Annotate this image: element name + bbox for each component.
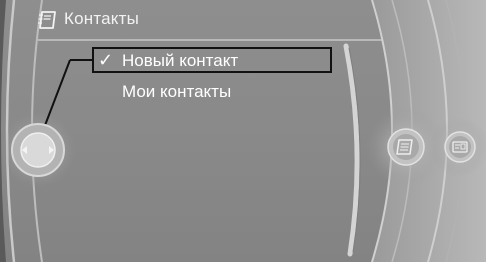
menu-item-label: Мои контакты (122, 82, 232, 101)
header-bar: Контакты (0, 0, 486, 40)
idrive-screen: Контакты ✓ Новый контакт Мои контакты (0, 0, 486, 262)
menu-item-new-contact[interactable]: ✓ Новый контакт (92, 47, 332, 73)
checkmark-icon: ✓ (98, 50, 114, 70)
page-title: Контакты (64, 9, 140, 28)
controller-knob-icon[interactable] (10, 122, 66, 178)
notes-icon (387, 128, 425, 166)
contacts-book-icon (37, 10, 59, 30)
card-button[interactable] (444, 131, 476, 163)
notes-button[interactable] (387, 128, 425, 166)
menu-item-label: Новый контакт (122, 51, 239, 70)
menu-item-my-contacts[interactable]: Мои контакты (92, 79, 332, 105)
card-icon (444, 131, 476, 163)
